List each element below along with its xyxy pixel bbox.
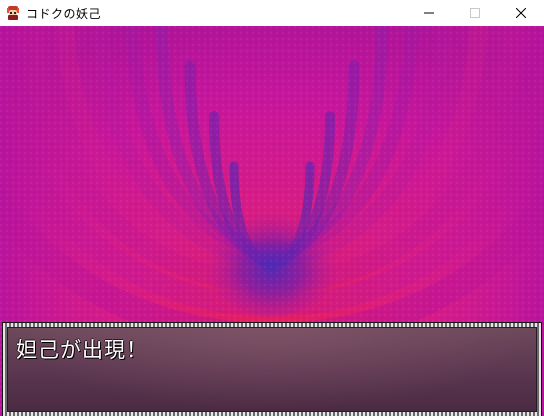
minimize-icon [424,12,434,14]
window-controls [406,0,544,26]
game-character-icon [5,5,21,21]
window-title: コドクの妖己 [26,6,102,21]
title-bar: コドクの妖己 [0,0,544,26]
close-button[interactable] [498,0,544,26]
message-window[interactable]: 妲己が出現！ [3,323,541,416]
game-window: コドクの妖己 妲己が出現！ [0,0,544,416]
close-icon [516,8,526,18]
maximize-icon [470,8,480,18]
maximize-button[interactable] [452,0,498,26]
battle-message: 妲己が出現！ [16,338,148,362]
minimize-button[interactable] [406,0,452,26]
